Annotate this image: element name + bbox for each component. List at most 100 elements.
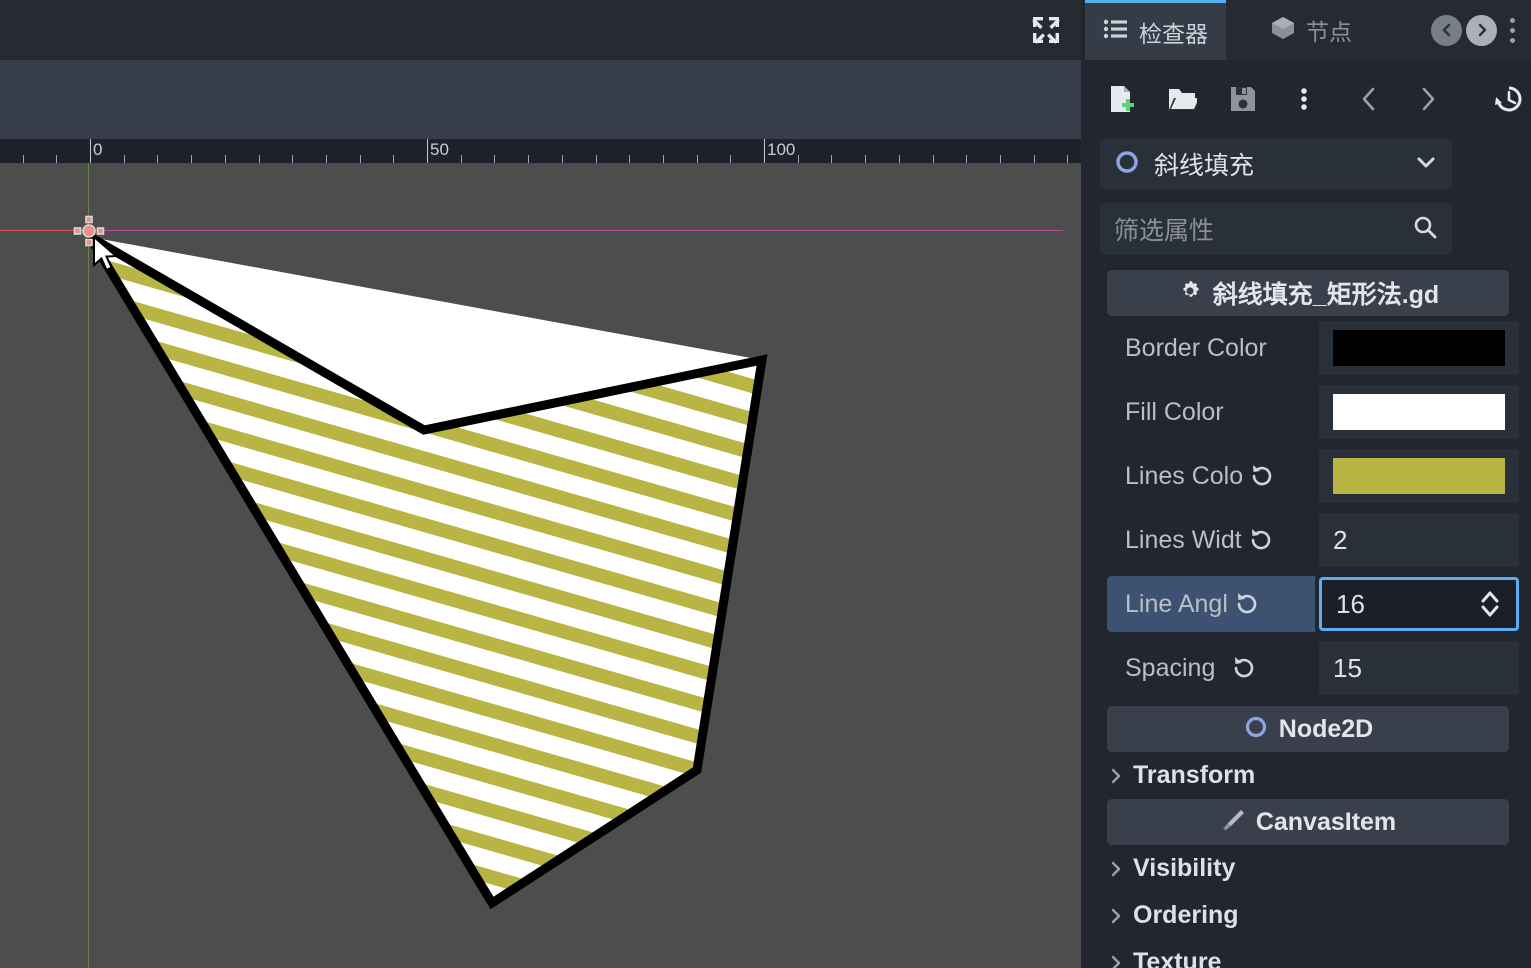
property-name: Border Color: [1125, 333, 1267, 362]
ruler-tick-minor: [865, 155, 866, 163]
category-canvasitem[interactable]: CanvasItem: [1107, 799, 1509, 845]
list-icon: [1103, 17, 1129, 46]
ruler-horizontal[interactable]: 0 50 100: [0, 139, 1085, 163]
property-label-wrap: Border Color: [1107, 320, 1315, 376]
vertical-dots-icon[interactable]: [1501, 17, 1523, 43]
property-label-wrap: Lines Widt: [1107, 512, 1315, 568]
chevron-left-circle-icon[interactable]: [1431, 14, 1462, 46]
ruler-tick-major: [764, 139, 765, 163]
ruler-tick-major: [427, 139, 428, 163]
revert-icon[interactable]: [1234, 591, 1260, 617]
section-ordering-label: Ordering: [1133, 901, 1239, 929]
number-field-lines-width[interactable]: 2: [1319, 513, 1519, 567]
section-visibility[interactable]: Visibility: [1085, 845, 1531, 892]
category-script-label: 斜线填充_矩形法.gd: [1212, 281, 1440, 309]
chevron-down-icon[interactable]: [1414, 150, 1438, 179]
ruler-tick-minor: [191, 155, 192, 163]
color-swatch: [1333, 394, 1505, 430]
ruler-tick-minor: [23, 155, 24, 163]
ruler-tick-minor: [596, 155, 597, 163]
tab-inspector[interactable]: 检查器: [1085, 0, 1226, 60]
ruler-tick-major: [90, 139, 91, 163]
dock-tab-bar: 检查器 节点: [1085, 0, 1531, 60]
canvas-vertical-scrollbar-track[interactable]: [1063, 163, 1081, 968]
property-value: 2: [1333, 524, 1348, 555]
property-label-wrap: Line Angl: [1107, 576, 1315, 632]
node2d-circle-icon: [1243, 714, 1269, 745]
tab-node[interactable]: 节点: [1252, 0, 1370, 60]
property-row-lines-color: Lines Colo: [1085, 444, 1531, 508]
search-icon[interactable]: [1412, 214, 1438, 245]
history-prev-icon[interactable]: [1346, 76, 1391, 122]
tab-inspector-label: 检查器: [1139, 20, 1208, 47]
revert-icon[interactable]: [1248, 527, 1274, 553]
category-script[interactable]: 斜线填充_矩形法.gd: [1107, 270, 1509, 316]
canvas-2d[interactable]: [0, 163, 1085, 968]
color-picker-fill-color[interactable]: [1319, 385, 1519, 439]
property-name: Fill Color: [1125, 397, 1224, 426]
brush-icon: [1220, 807, 1246, 838]
chevron-right-icon: [1109, 767, 1123, 785]
filter-placeholder: 筛选属性: [1114, 217, 1215, 245]
chevron-right-circle-icon[interactable]: [1466, 14, 1497, 46]
property-name: Lines Widt: [1125, 525, 1242, 554]
inspector-toolbar: [1085, 60, 1531, 138]
section-texture[interactable]: Texture: [1085, 939, 1531, 968]
section-visibility-label: Visibility: [1133, 854, 1236, 882]
expand-fullscreen-icon[interactable]: [1029, 13, 1063, 47]
more-options-icon[interactable]: [1282, 76, 1327, 122]
ruler-tick-minor: [528, 155, 529, 163]
revert-icon[interactable]: [1231, 655, 1257, 681]
ruler-tick-minor: [899, 155, 900, 163]
property-name: Line Angl: [1125, 589, 1228, 618]
viewport-toolbar: [0, 60, 1085, 139]
category-node2d[interactable]: Node2D: [1107, 706, 1509, 752]
ruler-tick-minor: [461, 155, 462, 163]
property-row-border-color: Border Color: [1085, 316, 1531, 380]
filter-properties-input[interactable]: 筛选属性: [1100, 203, 1452, 255]
property-label-wrap: Lines Colo: [1107, 448, 1315, 504]
ruler-tick-minor: [326, 155, 327, 163]
ruler-tick-minor: [663, 155, 664, 163]
color-picker-border-color[interactable]: [1319, 321, 1519, 375]
section-ordering[interactable]: Ordering: [1085, 892, 1531, 939]
section-transform[interactable]: Transform: [1085, 752, 1531, 799]
ruler-tick-minor: [562, 155, 563, 163]
property-label-wrap: Spacing: [1107, 640, 1315, 696]
new-resource-icon[interactable]: [1099, 76, 1144, 122]
number-field-line-angle[interactable]: 16: [1319, 577, 1519, 631]
property-row-line-angle: Line Angl 16: [1085, 572, 1531, 636]
section-transform-label: Transform: [1133, 761, 1256, 789]
save-resource-icon[interactable]: [1221, 76, 1266, 122]
chevron-right-icon: [1109, 860, 1123, 878]
spinner-updown-icon[interactable]: [1478, 587, 1502, 621]
color-picker-lines-color[interactable]: [1319, 449, 1519, 503]
section-texture-label: Texture: [1133, 948, 1222, 968]
property-row-spacing: Spacing 15: [1085, 636, 1531, 700]
tab-node-label: 节点: [1306, 19, 1352, 45]
color-swatch: [1333, 458, 1505, 494]
ruler-tick-minor: [697, 155, 698, 163]
viewport-2d: 0 50 100: [0, 0, 1085, 968]
number-field-spacing[interactable]: 15: [1319, 641, 1519, 695]
property-row-lines-width: Lines Widt 2: [1085, 508, 1531, 572]
ruler-tick-minor: [629, 155, 630, 163]
ruler-label: 50: [430, 140, 449, 159]
revert-icon[interactable]: [1249, 463, 1275, 489]
open-resource-icon[interactable]: [1160, 76, 1205, 122]
ruler-tick-minor: [1034, 155, 1035, 163]
ruler-tick-minor: [933, 155, 934, 163]
property-label-wrap: Fill Color: [1107, 384, 1315, 440]
ruler-tick-minor: [966, 155, 967, 163]
ruler-tick-minor: [124, 155, 125, 163]
ruler-tick-minor: [1067, 155, 1068, 163]
viewport-top-bar: [0, 0, 1085, 60]
ruler-tick-minor: [225, 155, 226, 163]
history-icon[interactable]: [1486, 76, 1531, 122]
ruler-tick-minor: [360, 155, 361, 163]
category-node2d-label: Node2D: [1278, 714, 1374, 743]
property-list: 斜线填充_矩形法.gd Border Color Fill Color Line…: [1085, 270, 1531, 968]
history-next-icon[interactable]: [1405, 76, 1450, 122]
chevron-right-icon: [1109, 907, 1123, 925]
resource-selector[interactable]: 斜线填充: [1100, 138, 1452, 190]
